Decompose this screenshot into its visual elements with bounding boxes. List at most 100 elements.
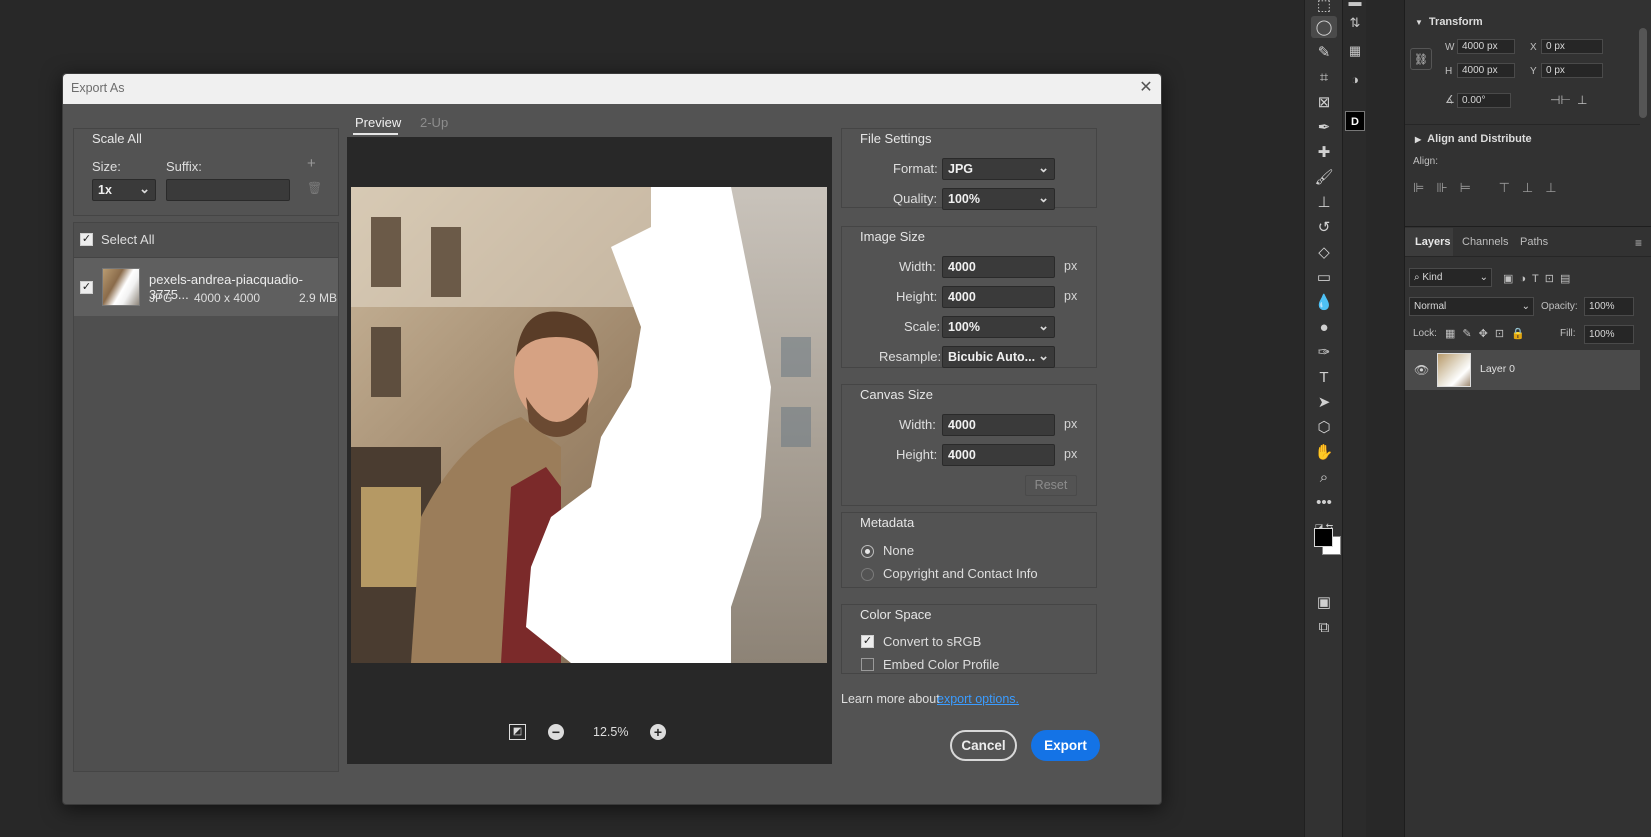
brush-tool-icon[interactable]: 🖌 (1311, 166, 1337, 188)
embed-profile-label[interactable]: Embed Color Profile (883, 657, 999, 672)
add-scale-icon[interactable]: + (307, 155, 316, 172)
canvas-height-input[interactable]: 4000 (942, 444, 1055, 466)
fit-to-view-icon[interactable]: ◩ (509, 724, 526, 740)
link-dimensions-icon[interactable]: ⛓ (1410, 48, 1432, 70)
flip-vertical-icon[interactable]: ⊥ (1577, 93, 1587, 107)
scale-dropdown[interactable]: 100% ⌄ (942, 316, 1055, 338)
layer-row[interactable]: 👁 Layer 0 (1405, 350, 1640, 390)
scale-all-section: Scale All Size: Suffix: + 1x ⌄ 🗑 (73, 128, 339, 216)
shape-tool-icon[interactable]: ⬡ (1311, 416, 1337, 438)
metadata-copyright-label[interactable]: Copyright and Contact Info (883, 566, 1038, 581)
canvas-width-input[interactable]: 4000 (942, 414, 1055, 436)
screen-mode-icon[interactable]: ⧉ (1311, 616, 1337, 638)
layer-thumbnail (1437, 353, 1471, 387)
cancel-button[interactable]: Cancel (950, 730, 1017, 761)
transform-heading[interactable]: ▼ Transform (1415, 16, 1483, 28)
frame-tool-icon[interactable]: ⊠ (1311, 91, 1337, 113)
quick-selection-tool-icon[interactable]: ✎ (1311, 41, 1337, 63)
size-label: Size: (92, 159, 121, 174)
image-height-label: Height: (896, 289, 938, 304)
foreground-color-swatch[interactable] (1314, 528, 1333, 547)
canvas-height-unit: px (1064, 447, 1078, 461)
gradient-tool-icon[interactable]: ▭ (1311, 266, 1337, 288)
convert-srgb-checkbox[interactable]: ✓ (861, 635, 874, 648)
suffix-input[interactable] (166, 179, 290, 201)
w-label: W (1445, 42, 1455, 53)
fill-field[interactable]: 100% (1584, 325, 1634, 344)
y-label: Y (1530, 66, 1537, 77)
image-width-input[interactable]: 4000 (942, 256, 1055, 278)
preview-canvas[interactable]: ◩ − 12.5% + (347, 137, 832, 764)
close-icon[interactable]: ✕ (1136, 78, 1156, 98)
path-selection-tool-icon[interactable]: ➤ (1311, 391, 1337, 413)
dodge-tool-icon[interactable]: ● (1311, 316, 1337, 338)
zoom-out-icon[interactable]: − (548, 724, 564, 740)
blur-tool-icon[interactable]: 💧 (1311, 291, 1337, 313)
discover-panel-icon[interactable]: D (1345, 111, 1365, 131)
convert-srgb-label[interactable]: Convert to sRGB (883, 634, 981, 649)
transform-width-field[interactable]: 4000 px (1457, 39, 1515, 54)
type-tool-icon[interactable]: T (1311, 366, 1337, 388)
zoom-tool-icon[interactable]: ⌕ (1311, 466, 1337, 488)
history-brush-tool-icon[interactable]: ↺ (1311, 216, 1337, 238)
zoom-in-icon[interactable]: + (650, 724, 666, 740)
layer-filter-dropdown[interactable]: ⌕ Kind ⌄ (1409, 268, 1492, 287)
history-panel-icon[interactable]: ⇅ (1346, 14, 1364, 32)
healing-brush-tool-icon[interactable]: ✚ (1311, 141, 1337, 163)
image-height-unit: px (1064, 289, 1078, 303)
embed-profile-checkbox[interactable] (861, 658, 874, 671)
format-dropdown[interactable]: JPG ⌄ (942, 158, 1055, 180)
lock-icons[interactable]: ▦✎✥⊡🔒 (1445, 327, 1532, 340)
delete-scale-icon[interactable]: 🗑 (307, 181, 322, 195)
adjustments-panel-icon[interactable]: ◑ (1346, 70, 1364, 88)
metadata-copyright-radio[interactable] (861, 568, 874, 581)
resample-dropdown[interactable]: Bicubic Auto... ⌄ (942, 346, 1055, 368)
tab-layers-label[interactable]: Layers (1415, 236, 1450, 248)
transform-x-field[interactable]: 0 px (1541, 39, 1603, 54)
marquee-tool-icon[interactable]: ⬚ (1311, 0, 1337, 16)
strip-top-icon[interactable]: ▬ (1346, 0, 1364, 10)
stamp-tool-icon[interactable]: ⊥ (1311, 191, 1337, 213)
asset-row[interactable]: ✓ pexels-andrea-piacquadio-3775... JPG 4… (74, 258, 338, 316)
hand-tool-icon[interactable]: ✋ (1311, 441, 1337, 463)
align-distribute-heading[interactable]: ▶ Align and Distribute (1415, 133, 1532, 145)
layer-name[interactable]: Layer 0 (1480, 363, 1515, 375)
export-options-link[interactable]: export options. (937, 692, 1019, 706)
properties-scrollbar[interactable] (1639, 28, 1647, 118)
eyedropper-tool-icon[interactable]: ✒ (1311, 116, 1337, 138)
export-button[interactable]: Export (1031, 730, 1100, 761)
tab-preview[interactable]: Preview (355, 115, 401, 130)
scale-label: Scale: (904, 319, 941, 334)
visibility-eye-icon[interactable]: 👁 (1414, 363, 1429, 377)
select-all-label[interactable]: Select All (101, 232, 154, 247)
eraser-tool-icon[interactable]: ◇ (1311, 241, 1337, 263)
transform-height-field[interactable]: 4000 px (1457, 63, 1515, 78)
pen-tool-icon[interactable]: ✑ (1311, 341, 1337, 363)
transform-y-field[interactable]: 0 px (1541, 63, 1603, 78)
quality-dropdown[interactable]: 100% ⌄ (942, 188, 1055, 210)
select-all-checkbox[interactable]: ✓ (80, 233, 93, 246)
angle-field[interactable]: 0.00° (1457, 93, 1511, 108)
more-tools-icon[interactable]: ••• (1311, 491, 1337, 513)
libraries-panel-icon[interactable]: ▦ (1346, 42, 1364, 60)
tab-channels[interactable]: Channels (1462, 236, 1508, 248)
x-label: X (1530, 42, 1537, 53)
image-height-input[interactable]: 4000 (942, 286, 1055, 308)
crop-tool-icon[interactable]: ⌗ (1311, 66, 1337, 88)
export-as-dialog: Export As ✕ Scale All Size: Suffix: + 1x… (62, 73, 1162, 805)
lasso-tool-icon[interactable]: ◯ (1311, 16, 1337, 38)
asset-checkbox[interactable]: ✓ (80, 281, 93, 294)
blend-mode-dropdown[interactable]: Normal ⌄ (1409, 297, 1534, 316)
flip-horizontal-icon[interactable]: ⊣⊢ (1550, 93, 1571, 107)
align-buttons-icons[interactable]: ⊫⊪⊨ ⊤⊥⊥ (1413, 180, 1569, 196)
size-dropdown[interactable]: 1x ⌄ (92, 179, 156, 201)
metadata-none-label[interactable]: None (883, 543, 914, 558)
panel-menu-icon[interactable]: ≡ (1635, 236, 1642, 250)
tab-2up[interactable]: 2-Up (420, 115, 448, 130)
metadata-none-radio[interactable] (861, 545, 874, 558)
reset-button[interactable]: Reset (1025, 475, 1077, 496)
layer-filter-icons[interactable]: ▣◑T⊡▤ (1503, 272, 1576, 285)
opacity-field[interactable]: 100% (1584, 297, 1634, 316)
tab-paths[interactable]: Paths (1520, 236, 1548, 248)
quick-mask-icon[interactable]: ▣ (1311, 591, 1337, 613)
